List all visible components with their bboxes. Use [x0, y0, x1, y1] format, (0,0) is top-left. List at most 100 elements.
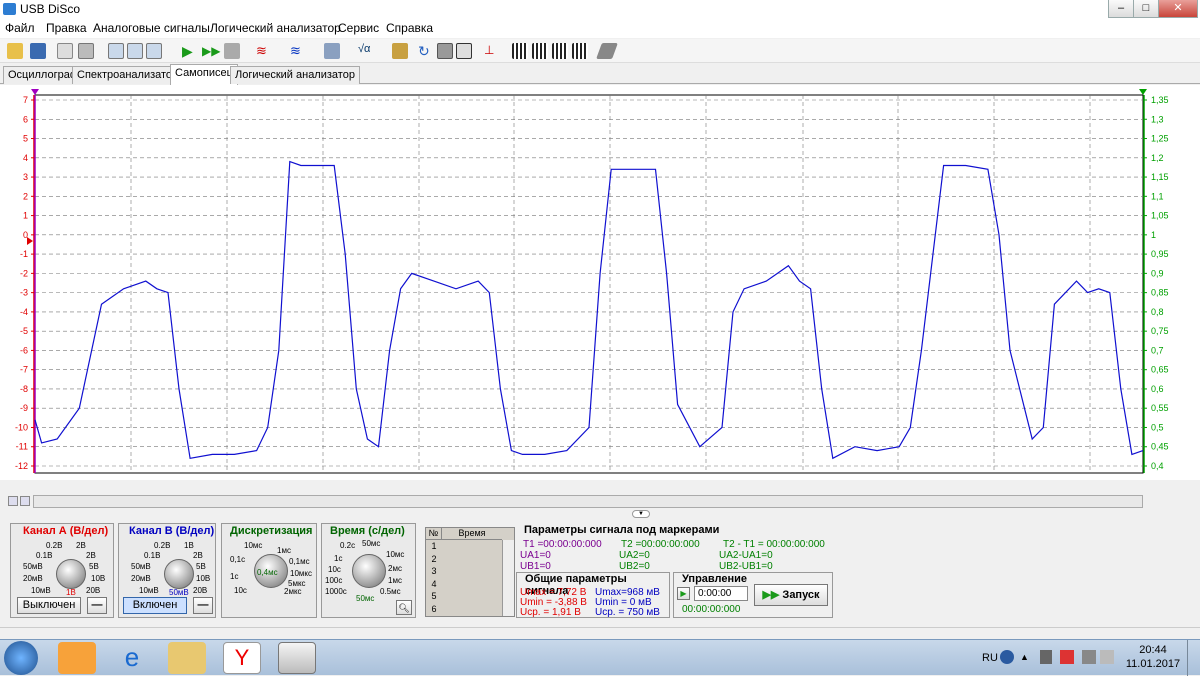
marker-t2-handle	[1139, 89, 1147, 95]
menu-logic[interactable]: Логический анализатор	[210, 21, 341, 35]
zero-level-marker	[27, 237, 33, 245]
y-tick-right: 0,65	[1151, 365, 1169, 375]
table-scrollbar[interactable]	[502, 540, 514, 616]
scale-label: 0,1с	[230, 555, 246, 564]
channel-b-toggle-button[interactable]: Включен	[123, 597, 187, 614]
menu-file[interactable]: Файл	[5, 21, 35, 35]
signal-a-icon[interactable]: ≋	[256, 43, 272, 59]
plot-area[interactable]: 7 1,35 6 1,3 5 1,25 4 1,2 3 1,15 2 1,1 1 1,05 0 1 -1 0,95…	[0, 85, 1200, 492]
language-indicator[interactable]: RU	[982, 652, 998, 664]
menu-help[interactable]: Справка	[386, 21, 433, 35]
y-tick-right: 0,9	[1151, 268, 1164, 278]
maximize-button[interactable]: □	[1133, 0, 1159, 18]
clock-date[interactable]: 11.01.2017	[1125, 658, 1181, 670]
marker-ub1: UB1=0	[520, 561, 551, 572]
help-icon[interactable]	[1000, 650, 1014, 664]
magnifier-icon[interactable]: 🔍︎	[396, 600, 412, 615]
table-row: 2	[431, 553, 437, 564]
start-orb-icon[interactable]	[4, 641, 38, 675]
clock-time[interactable]: 20:44	[1133, 644, 1173, 656]
menu-edit[interactable]: Правка	[46, 21, 87, 35]
scale-label: 10с	[234, 586, 247, 595]
zoom-fit-icon[interactable]	[146, 43, 162, 59]
zoom-small-icon-2[interactable]	[20, 496, 30, 506]
channel-a-knob[interactable]	[56, 559, 86, 589]
y-tick-left: -10	[15, 422, 28, 432]
stop-icon[interactable]	[224, 43, 240, 59]
play-icon[interactable]: ▶	[182, 43, 198, 59]
show-desktop-button[interactable]	[1187, 640, 1200, 676]
y-tick-left: -9	[20, 403, 28, 413]
zoom-in-icon[interactable]	[108, 43, 124, 59]
logic-icon-4[interactable]	[572, 43, 588, 59]
y-tick-left: 7	[23, 95, 28, 105]
channel-b-minus-button[interactable]: —	[193, 597, 213, 614]
yandex-icon[interactable]: Y	[223, 642, 261, 674]
disco-app-icon[interactable]	[278, 642, 316, 674]
calculator-icon[interactable]	[324, 43, 340, 59]
y-tick-left: -5	[20, 326, 28, 336]
taskbar: e Y RU ▲ 20:44 11.01.2017	[0, 639, 1200, 676]
volume-icon[interactable]	[1082, 650, 1096, 664]
y-tick-left: -7	[20, 365, 28, 375]
flag-icon[interactable]	[1040, 650, 1052, 664]
menu-service[interactable]: Сервис	[338, 21, 379, 35]
tab-spectrum[interactable]: Спектроанализатор	[72, 66, 184, 84]
channel-b-label: Канал В (В/дел)	[129, 525, 215, 537]
general-params: Общие параметры сигнала Umax = 7,72 В Um…	[516, 572, 670, 618]
signal-b-icon[interactable]: ≋	[290, 43, 306, 59]
zoom-out-icon[interactable]	[127, 43, 143, 59]
channel-b-knob[interactable]	[164, 559, 194, 589]
y-tick-right: 0,4	[1151, 461, 1164, 471]
explorer-folder-icon[interactable]	[168, 642, 206, 674]
start-button[interactable]: ▶▶ Запуск	[754, 584, 828, 606]
media-player-icon[interactable]	[58, 642, 96, 674]
table-icon[interactable]	[456, 43, 472, 59]
show-hidden-icon[interactable]: ▲	[1020, 652, 1029, 662]
refresh-icon[interactable]: ↻	[418, 43, 434, 59]
open-icon[interactable]	[7, 43, 23, 59]
print-icon[interactable]	[78, 43, 94, 59]
logic-icon-3[interactable]	[552, 43, 568, 59]
scale-label: 2мс	[388, 564, 402, 573]
tab-recorder[interactable]: Самописец	[170, 64, 238, 85]
network-icon[interactable]	[1060, 650, 1074, 664]
scale-label: 5В	[89, 562, 99, 571]
play-small-icon[interactable]: ▶	[677, 587, 690, 600]
scale-label: 50мс	[362, 539, 381, 548]
scale-label: 20мВ	[23, 574, 43, 583]
logic-icon-1[interactable]	[512, 43, 528, 59]
fast-forward-icon: ▶▶	[762, 589, 780, 601]
channel-a-toggle-button[interactable]: Выключен	[17, 597, 81, 614]
marker-table[interactable]: № Время 1 2 3 4 5 6	[425, 527, 515, 617]
camera-icon[interactable]	[437, 43, 453, 59]
signal-icon[interactable]	[1100, 650, 1114, 664]
horizontal-scrollbar[interactable]	[33, 495, 1143, 508]
logic-icon-2[interactable]	[532, 43, 548, 59]
app-icon	[3, 3, 16, 15]
eraser-icon[interactable]	[596, 43, 618, 59]
zoom-small-icon[interactable]	[8, 496, 18, 506]
scale-label: 10с	[328, 565, 341, 574]
timer-input[interactable]: 0:00:00	[694, 586, 748, 601]
y-tick-left: 1	[23, 211, 28, 221]
preview-icon[interactable]	[57, 43, 73, 59]
collapse-toggle-icon[interactable]: ▼	[632, 510, 650, 518]
y-tick-right: 1,35	[1151, 95, 1169, 105]
scale-label: 10В	[196, 574, 211, 583]
y-tick-right: 1,3	[1151, 114, 1164, 124]
tab-logic[interactable]: Логический анализатор	[230, 66, 360, 84]
probe-icon[interactable]	[392, 43, 408, 59]
y-tick-left: -12	[15, 461, 28, 471]
trigger-icon[interactable]: ⊥	[484, 43, 500, 59]
save-icon[interactable]	[30, 43, 46, 59]
ie-icon[interactable]: e	[113, 642, 151, 674]
fast-forward-icon[interactable]: ▶▶	[202, 43, 220, 59]
close-button[interactable]: ✕	[1158, 0, 1198, 18]
channel-a-minus-button[interactable]: —	[87, 597, 107, 614]
minimize-button[interactable]: –	[1108, 0, 1134, 18]
table-row: 6	[431, 603, 437, 614]
math-icon[interactable]: √α	[358, 43, 374, 59]
time-knob[interactable]	[352, 554, 386, 588]
menu-analog[interactable]: Аналоговые сигналы	[93, 21, 210, 35]
